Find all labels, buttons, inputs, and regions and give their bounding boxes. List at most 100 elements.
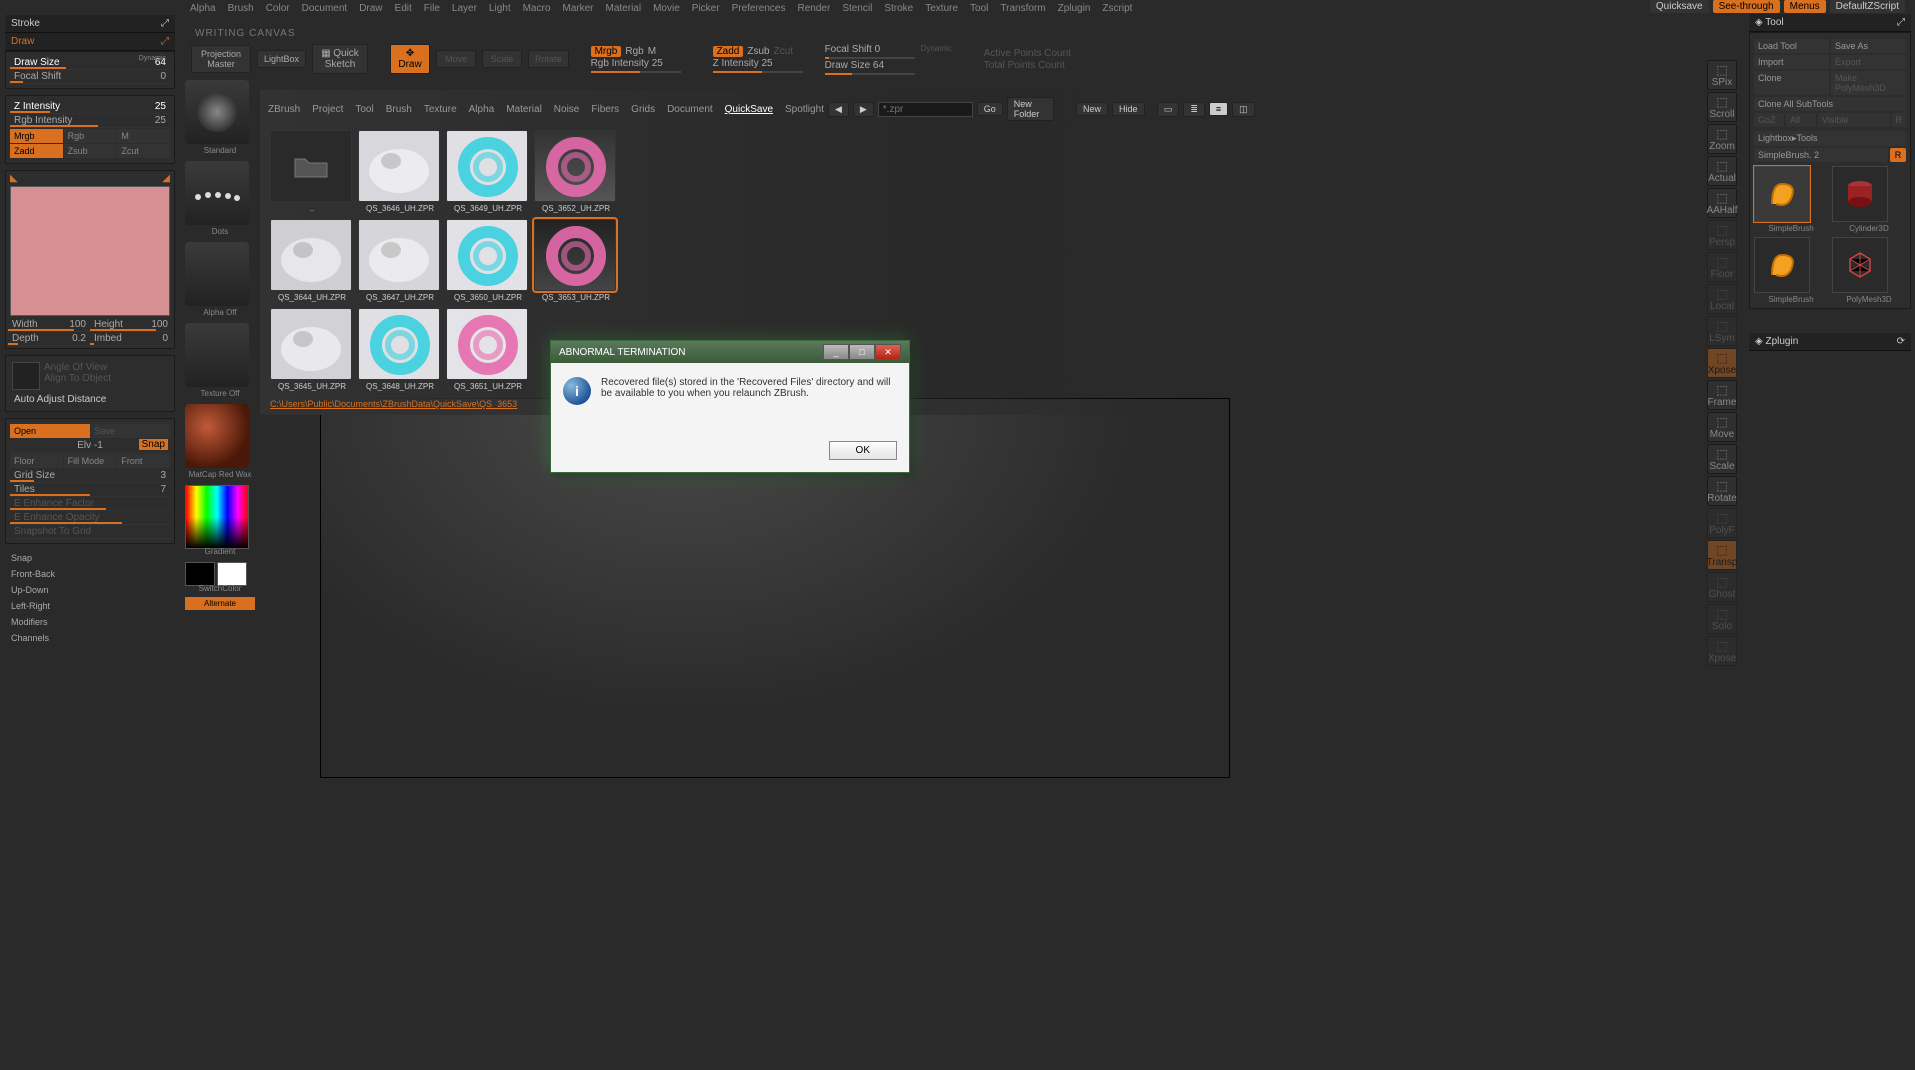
- snapshot-to-grid[interactable]: Snapshot To Grid: [10, 525, 170, 539]
- rotate-mode-button[interactable]: Rotate: [528, 50, 569, 68]
- mrgb-button[interactable]: Mrgb: [10, 129, 63, 143]
- left-menu-front-back[interactable]: Front-Back: [5, 566, 175, 582]
- lb-thumb[interactable]: [270, 308, 352, 380]
- scale-mode-button[interactable]: Scale: [482, 50, 522, 68]
- stroke-header[interactable]: Stroke⤢: [5, 15, 175, 33]
- quicksave-tab[interactable]: Quicksave: [1650, 0, 1709, 13]
- tool-thumb-simplebrush[interactable]: [1754, 166, 1810, 222]
- ok-button[interactable]: OK: [829, 441, 897, 460]
- menu-material[interactable]: Material: [606, 3, 642, 17]
- lb-item[interactable]: ..: [270, 130, 354, 213]
- expand-icon[interactable]: ⤢: [1897, 17, 1905, 28]
- menu-preferences[interactable]: Preferences: [732, 3, 786, 17]
- zcut-button[interactable]: Zcut: [117, 144, 170, 158]
- material-slot[interactable]: [185, 404, 249, 468]
- z-intensity-slider-top[interactable]: Z Intensity 25: [713, 58, 803, 73]
- lb-tab-zbrush[interactable]: ZBrush: [268, 104, 300, 115]
- lb-item[interactable]: QS_3645_UH.ZPR: [270, 308, 354, 391]
- lightbox-tools-button[interactable]: Lightbox▸Tools: [1754, 131, 1906, 146]
- view-icon[interactable]: [12, 362, 40, 390]
- goz-visible-button[interactable]: Visible: [1818, 113, 1890, 127]
- hide-button[interactable]: Hide: [1112, 102, 1145, 116]
- lightbox-button[interactable]: LightBox: [257, 50, 306, 68]
- left-menu-modifiers[interactable]: Modifiers: [5, 614, 175, 630]
- swatch-handle-left[interactable]: ◣: [10, 173, 18, 184]
- menu-stroke[interactable]: Stroke: [884, 3, 913, 17]
- rgb-toggle[interactable]: Rgb: [625, 46, 643, 57]
- m-button[interactable]: M: [117, 129, 170, 143]
- fill-mode-button[interactable]: Fill Mode: [64, 454, 117, 468]
- maximize-button[interactable]: □: [849, 344, 875, 360]
- save-button[interactable]: Save: [91, 424, 171, 438]
- right-tool-rotate[interactable]: ⬚Rotate: [1707, 476, 1737, 506]
- zadd-button[interactable]: Zadd: [10, 144, 63, 158]
- expand-icon[interactable]: ⟳: [1897, 336, 1905, 347]
- tool-thumb-simplebrush[interactable]: [1754, 237, 1810, 293]
- right-tool-lsym[interactable]: ⬚LSym: [1707, 316, 1737, 346]
- zsub-button[interactable]: Zsub: [64, 144, 117, 158]
- lb-tab-brush[interactable]: Brush: [386, 104, 412, 115]
- right-tool-polyf[interactable]: ⬚PolyF: [1707, 508, 1737, 538]
- alternate-button[interactable]: Alternate: [185, 597, 255, 610]
- lb-item[interactable]: QS_3652_UH.ZPR: [534, 130, 618, 213]
- view-icons-4[interactable]: ◫: [1232, 102, 1255, 117]
- right-tool-spix[interactable]: ⬚SPix: [1707, 60, 1737, 90]
- menus-tab[interactable]: Menus: [1784, 0, 1826, 13]
- draw-size-slider[interactable]: Draw Size64 Dynamic: [10, 56, 170, 70]
- goz-button[interactable]: GoZ: [1754, 113, 1784, 127]
- new-button[interactable]: New: [1076, 102, 1108, 116]
- lb-tab-fibers[interactable]: Fibers: [591, 104, 619, 115]
- lb-thumb[interactable]: [534, 130, 616, 202]
- zsub-toggle[interactable]: Zsub: [747, 46, 769, 57]
- lb-thumb[interactable]: [270, 130, 352, 202]
- mrgb-toggle[interactable]: Mrgb: [591, 46, 622, 57]
- move-mode-button[interactable]: Move: [436, 50, 476, 68]
- goz-r-button[interactable]: R: [1892, 113, 1907, 127]
- r-button[interactable]: R: [1890, 148, 1906, 162]
- focal-shift-slider[interactable]: Focal Shift0: [10, 70, 170, 84]
- search-input[interactable]: [878, 102, 973, 117]
- menu-texture[interactable]: Texture: [925, 3, 958, 17]
- lb-item[interactable]: QS_3653_UH.ZPR: [534, 219, 618, 302]
- lb-tab-texture[interactable]: Texture: [424, 104, 457, 115]
- lb-item[interactable]: QS_3648_UH.ZPR: [358, 308, 442, 391]
- lb-tab-alpha[interactable]: Alpha: [469, 104, 495, 115]
- swatch-handle-right[interactable]: ◢: [162, 173, 170, 184]
- lb-item[interactable]: QS_3647_UH.ZPR: [358, 219, 442, 302]
- width-slider[interactable]: Width100: [8, 318, 90, 332]
- depth-slider[interactable]: Depth0.2: [8, 332, 90, 346]
- grid-size-slider[interactable]: Grid Size3: [10, 469, 170, 483]
- lb-thumb[interactable]: [358, 130, 440, 202]
- right-tool-xpose[interactable]: ⬚Xpose: [1707, 636, 1737, 666]
- expand-icon[interactable]: ⤢: [161, 18, 169, 29]
- lb-item[interactable]: QS_3646_UH.ZPR: [358, 130, 442, 213]
- m-toggle[interactable]: M: [648, 46, 656, 57]
- right-tool-persp[interactable]: ⬚Persp: [1707, 220, 1737, 250]
- load-tool-button[interactable]: Load Tool: [1754, 39, 1829, 53]
- lb-tab-spotlight[interactable]: Spotlight: [785, 104, 824, 115]
- menu-marker[interactable]: Marker: [562, 3, 593, 17]
- menu-zscript[interactable]: Zscript: [1102, 3, 1132, 17]
- left-menu-channels[interactable]: Channels: [5, 630, 175, 646]
- lb-thumb[interactable]: [446, 130, 528, 202]
- menu-zplugin[interactable]: Zplugin: [1058, 3, 1091, 17]
- color-swatch[interactable]: [10, 186, 170, 316]
- menu-layer[interactable]: Layer: [452, 3, 477, 17]
- zplugin-header[interactable]: ◈ Zplugin⟳: [1749, 333, 1911, 351]
- menu-picker[interactable]: Picker: [692, 3, 720, 17]
- lb-tab-noise[interactable]: Noise: [554, 104, 580, 115]
- goz-all-button[interactable]: All: [1786, 113, 1816, 127]
- menu-light[interactable]: Light: [489, 3, 511, 17]
- menu-color[interactable]: Color: [266, 3, 290, 17]
- clone-button[interactable]: Clone: [1754, 71, 1829, 95]
- make-polymesh-button[interactable]: Make PolyMesh3D: [1831, 71, 1906, 95]
- snap-button[interactable]: Snap: [139, 439, 168, 450]
- import-button[interactable]: Import: [1754, 55, 1829, 69]
- right-tool-zoom[interactable]: ⬚Zoom: [1707, 124, 1737, 154]
- menu-document[interactable]: Document: [302, 3, 348, 17]
- lb-tab-project[interactable]: Project: [312, 104, 343, 115]
- menu-transform[interactable]: Transform: [1000, 3, 1045, 17]
- align-to-object[interactable]: Align To Object: [44, 373, 168, 384]
- lb-tab-tool[interactable]: Tool: [355, 104, 373, 115]
- tool-thumb-cylinder3d[interactable]: [1832, 166, 1888, 222]
